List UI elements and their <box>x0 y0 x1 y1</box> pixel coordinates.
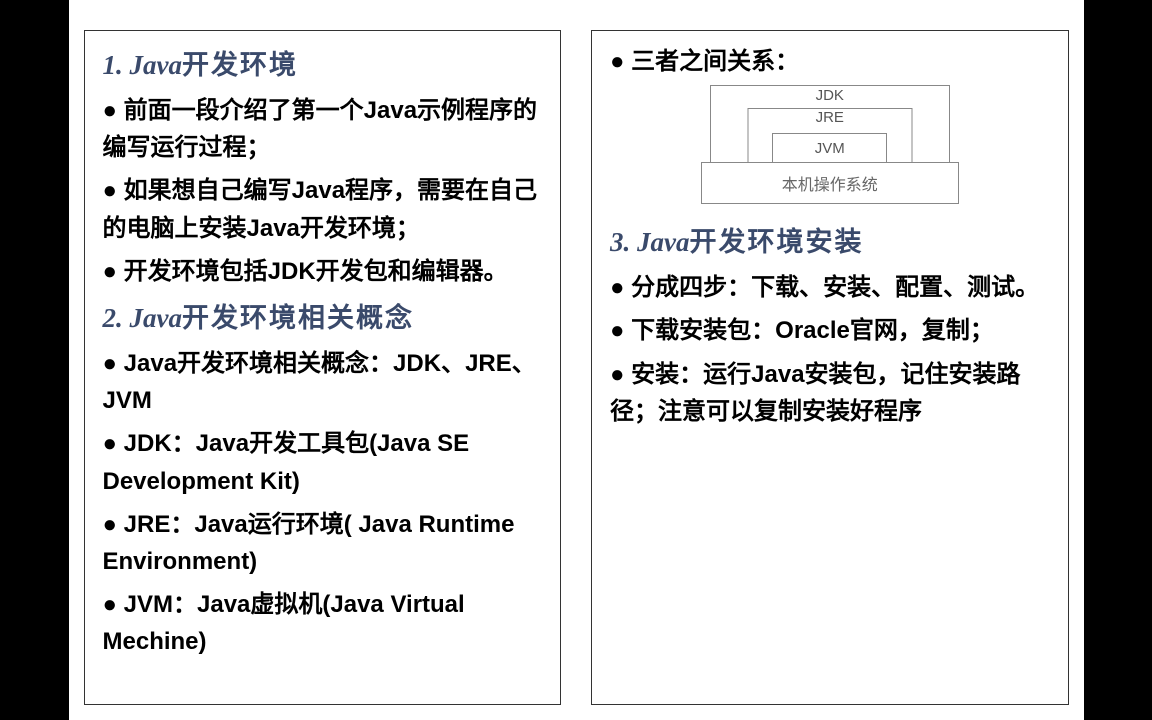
left-column-box: 1. Java开发环境 ● 前面一段介绍了第一个Java示例程序的编写运行过程；… <box>84 30 562 705</box>
heading-1-num: 1. <box>103 50 130 80</box>
left-bullet-2: ● 如果想自己编写Java程序，需要在自己的电脑上安装Java开发环境； <box>103 172 543 246</box>
heading-3: 3. Java开发环境安装 <box>610 220 1050 259</box>
slide-container: 1. Java开发环境 ● 前面一段介绍了第一个Java示例程序的编写运行过程；… <box>69 0 1084 720</box>
jre-box: JRE JVM <box>747 108 912 163</box>
heading-2: 2. Java开发环境相关概念 <box>103 296 543 335</box>
right-bullet-1: ● 三者之间关系： <box>610 43 1050 80</box>
os-box: 本机操作系统 <box>701 162 959 204</box>
right-bullet-4: ● 安装：运行Java安装包，记住安装路径；注意可以复制安装好程序 <box>610 356 1050 430</box>
right-bullet-3: ● 下载安装包：Oracle官网，复制； <box>610 312 1050 349</box>
jdk-box: JDK JRE JVM <box>710 85 950 163</box>
left-column: 1. Java开发环境 ● 前面一段介绍了第一个Java示例程序的编写运行过程；… <box>69 0 577 720</box>
left-bullet-7: ● JVM：Java虚拟机(Java Virtual Mechine) <box>103 586 543 660</box>
diagram: JDK JRE JVM 本机操作系统 <box>610 86 1050 204</box>
heading-3-num: 3. <box>610 227 637 257</box>
jdk-label: JDK <box>711 87 949 104</box>
left-bullet-3: ● 开发环境包括JDK开发包和编辑器。 <box>103 253 543 290</box>
right-column-box: ● 三者之间关系： JDK JRE JVM 本机操作系统 3. Java开发环境… <box>591 30 1069 705</box>
jre-label: JRE <box>748 109 911 126</box>
jvm-box: JVM <box>772 133 887 163</box>
left-bullet-4: ● Java开发环境相关概念：JDK、JRE、JVM <box>103 345 543 419</box>
heading-2-java: Java <box>130 303 182 333</box>
left-bullet-5: ● JDK：Java开发工具包(Java SE Development Kit) <box>103 425 543 499</box>
heading-3-cn: 开发环境安装 <box>689 227 863 257</box>
left-bullet-1: ● 前面一段介绍了第一个Java示例程序的编写运行过程； <box>103 92 543 166</box>
heading-3-java: Java <box>637 227 689 257</box>
heading-1: 1. Java开发环境 <box>103 43 543 82</box>
heading-1-cn: 开发环境 <box>182 50 298 80</box>
left-bullet-6: ● JRE：Java运行环境( Java Runtime Environment… <box>103 506 543 580</box>
heading-2-cn: 开发环境相关概念 <box>182 303 414 333</box>
right-bullet-2: ● 分成四步：下载、安装、配置、测试。 <box>610 269 1050 306</box>
right-column: ● 三者之间关系： JDK JRE JVM 本机操作系统 3. Java开发环境… <box>576 0 1084 720</box>
heading-1-java: Java <box>130 50 182 80</box>
heading-2-num: 2. <box>103 303 130 333</box>
